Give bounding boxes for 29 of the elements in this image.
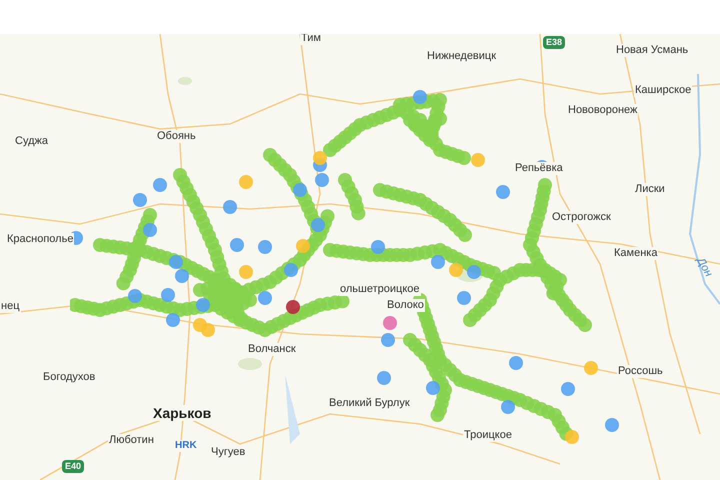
place-label: Краснополье <box>6 233 74 246</box>
city-label: Харьков <box>152 405 212 421</box>
place-label: Обоянь <box>156 130 197 143</box>
place-label: Троицкое <box>463 429 513 442</box>
place-label: Россошь <box>617 365 664 378</box>
place-label: Великий Бурлук <box>328 397 411 410</box>
place-label: Острогожск <box>551 211 612 224</box>
place-label: Каширское <box>634 84 692 97</box>
place-label: Богодухов <box>42 371 96 384</box>
map-background[interactable] <box>0 34 720 480</box>
airport-label: HRK <box>174 440 198 452</box>
place-label: Новая Усмань <box>615 44 690 57</box>
place-label: Нижнедевицк <box>426 50 498 63</box>
place-label: Нововоронеж <box>567 104 638 117</box>
river-label: Дон <box>694 256 714 279</box>
place-label: Каменка <box>613 247 658 260</box>
woodland-patch <box>238 358 262 370</box>
place-label: Репьёвка <box>514 162 564 175</box>
place-label: нец <box>0 300 20 313</box>
place-label: Лиски <box>634 183 666 196</box>
road-shield: E38 <box>543 36 566 49</box>
woodland-patch <box>178 77 192 85</box>
reservoir <box>285 374 300 444</box>
place-label: Суджа <box>14 135 49 148</box>
place-label: Волчанск <box>247 343 297 356</box>
place-label: Волоко <box>386 299 425 312</box>
place-label: ольшетроицкое <box>339 283 420 296</box>
road-shield: E40 <box>62 460 84 473</box>
place-label: Чугуев <box>210 446 246 459</box>
